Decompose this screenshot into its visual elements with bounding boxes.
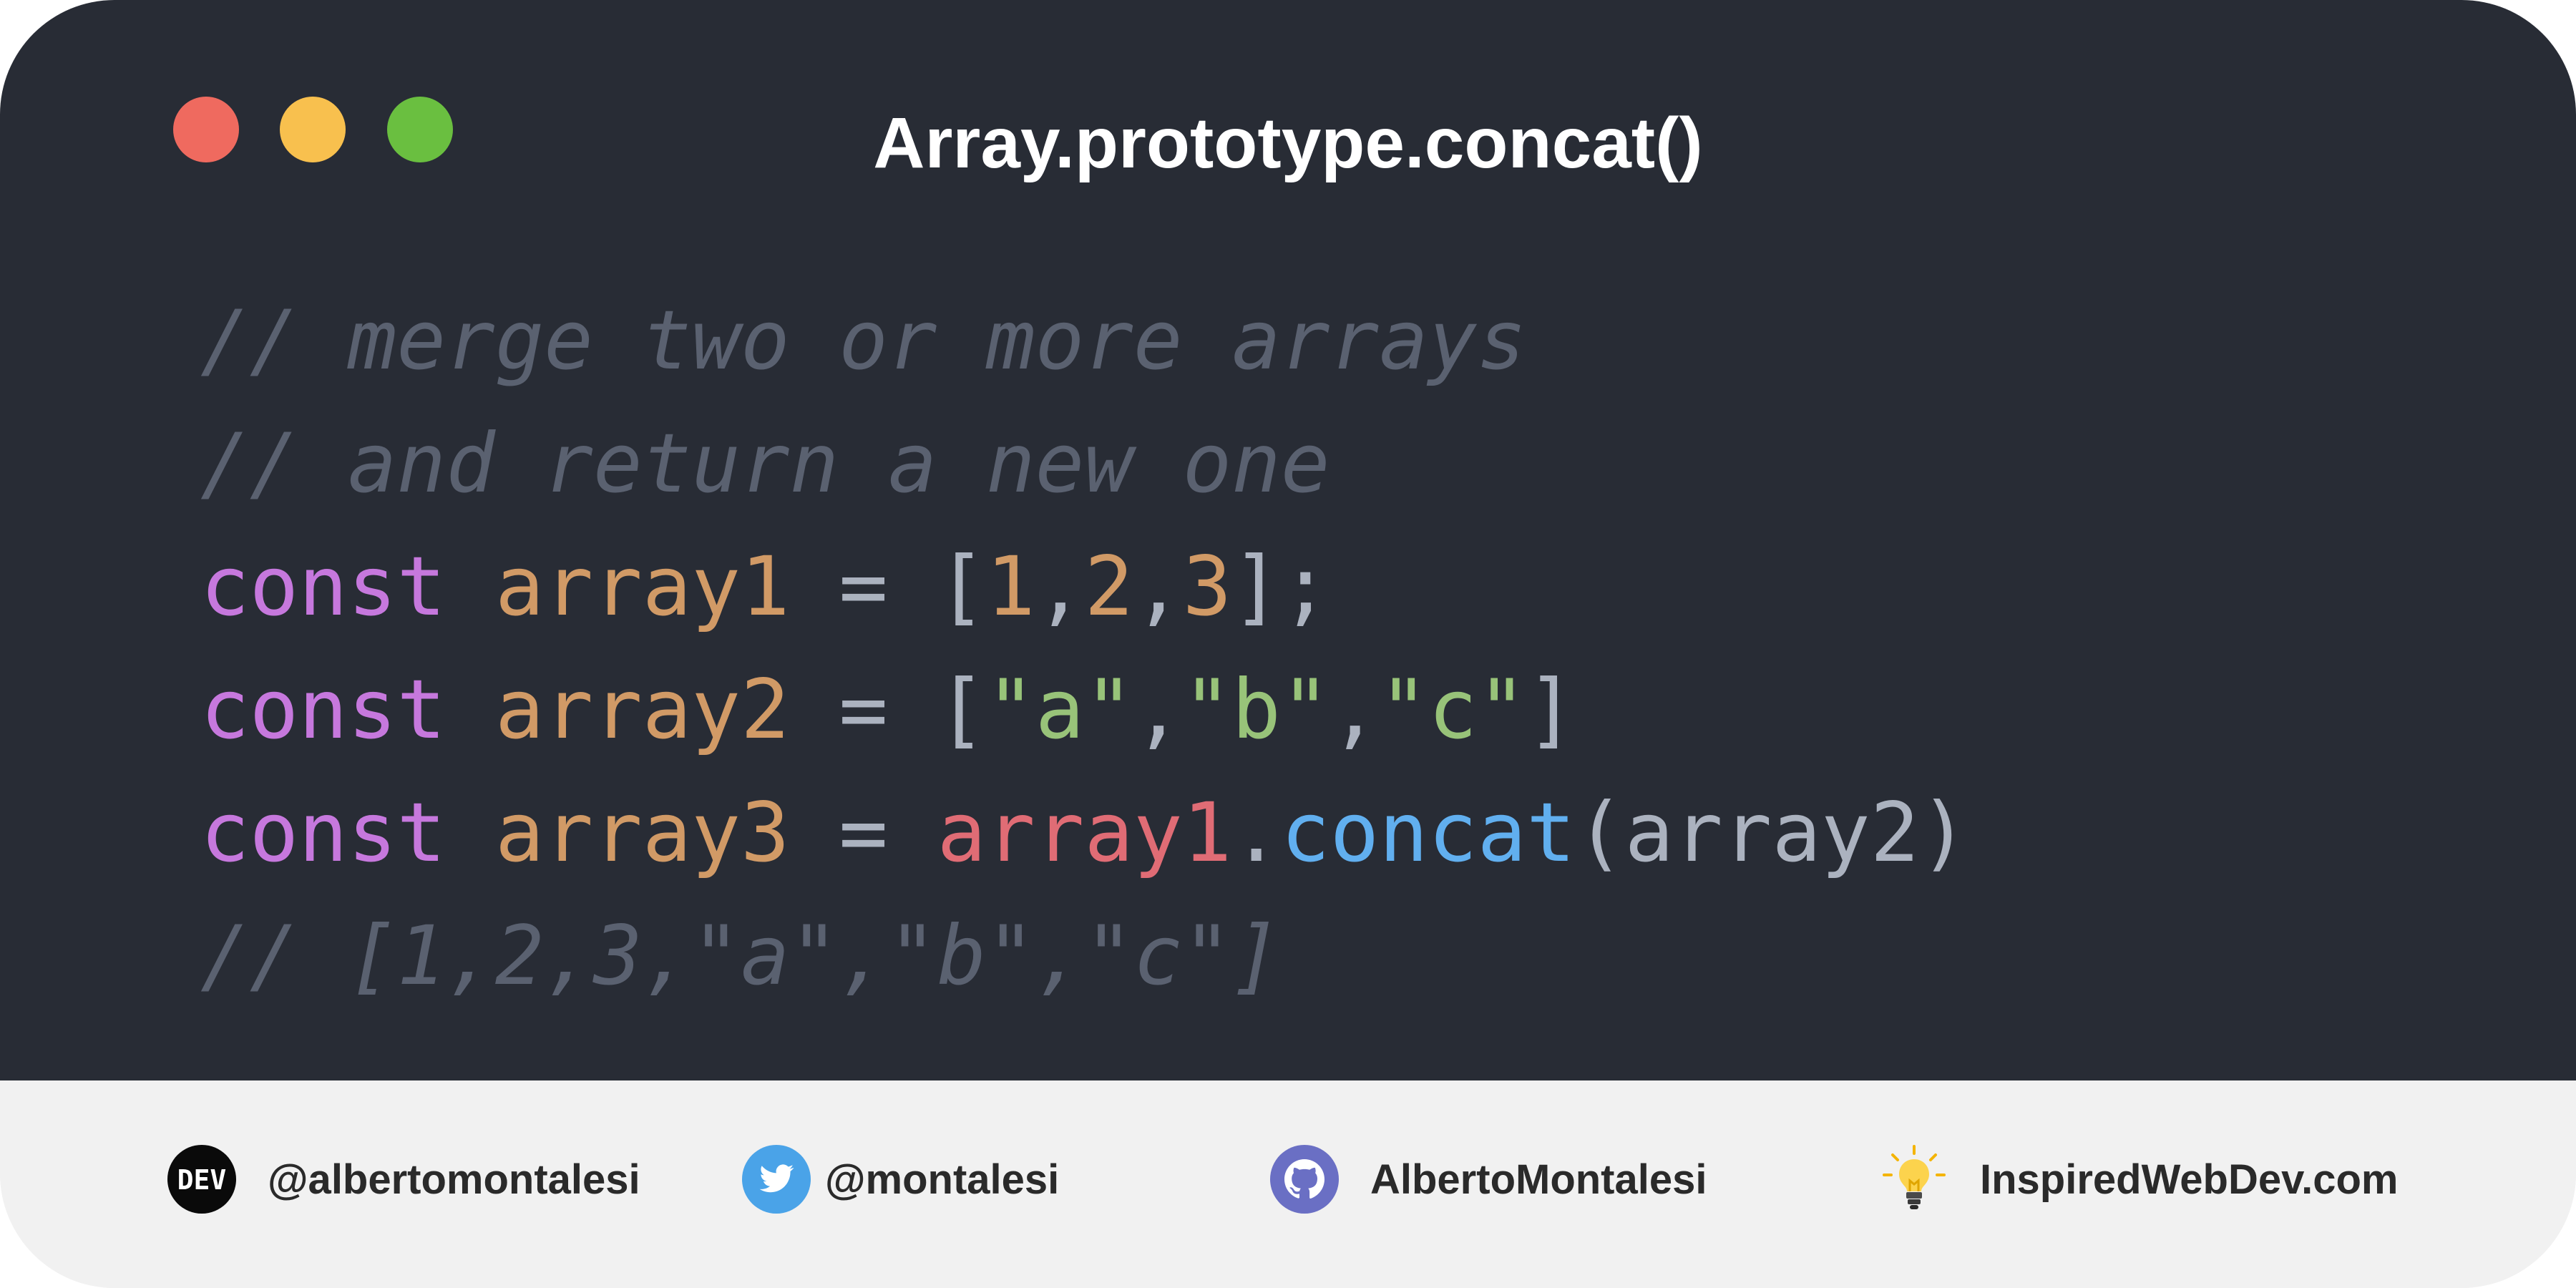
code-window: Array.prototype.concat() // merge two or… — [0, 0, 2576, 1080]
code-token: , — [1035, 539, 1085, 634]
code-token: 3 — [1182, 539, 1232, 634]
code-line: // merge two or more arrays — [200, 279, 1968, 402]
code-token: = [ — [789, 539, 987, 634]
website-social-item[interactable]: InspiredWebDev.com — [1878, 1140, 2398, 1219]
code-token: array2 — [1624, 785, 1920, 880]
code-block: // merge two or more arrays // and return… — [200, 279, 1968, 1018]
code-token: , — [1133, 539, 1183, 634]
code-token: "b" — [1182, 662, 1330, 757]
code-line: const array2 = ["a","b","c"] — [200, 648, 1968, 771]
code-token: , — [1133, 662, 1183, 757]
snippet-card: Array.prototype.concat() // merge two or… — [0, 0, 2576, 1288]
code-token: array2 — [494, 662, 790, 757]
twitter-social-item[interactable]: @montalesi — [741, 1140, 1059, 1219]
code-token: = — [789, 785, 937, 880]
code-token: // [1,2,3,"a","b","c"] — [200, 908, 1281, 1003]
code-token: array1 — [937, 785, 1232, 880]
lightbulb-icon — [1883, 1145, 1946, 1209]
website-handle: InspiredWebDev.com — [1980, 1156, 2399, 1203]
github-social-item[interactable]: AlbertoMontalesi — [1269, 1140, 1707, 1219]
dev-social-item[interactable]: DEV @albertomontalesi — [166, 1140, 640, 1219]
code-token: "c" — [1379, 662, 1527, 757]
code-token: , — [1330, 662, 1380, 757]
code-token: "a" — [986, 662, 1134, 757]
code-token: // merge two or more arrays — [200, 293, 1527, 388]
github-handle: AlbertoMontalesi — [1370, 1156, 1707, 1203]
code-token: = [ — [789, 662, 987, 757]
github-octocat-icon — [1270, 1145, 1339, 1214]
code-token: // and return a new one — [200, 416, 1330, 511]
code-line: // and return a new one — [200, 402, 1968, 525]
code-line: // [1,2,3,"a","b","c"] — [200, 894, 1968, 1018]
code-token: 2 — [1084, 539, 1134, 634]
code-line: const array1 = [1,2,3]; — [200, 525, 1968, 648]
code-token: 1 — [986, 539, 1035, 634]
window-title: Array.prototype.concat() — [873, 103, 1703, 183]
code-token: ) — [1919, 785, 1968, 880]
twitter-handle: @montalesi — [825, 1156, 1060, 1203]
code-token: const — [200, 662, 447, 757]
code-token: concat — [1280, 785, 1576, 880]
dev-handle: @albertomontalesi — [268, 1156, 640, 1203]
code-token: const — [200, 785, 447, 880]
code-token: const — [200, 539, 447, 634]
svg-text:DEV: DEV — [177, 1164, 227, 1196]
footer-bar: DEV @albertomontalesi @montalesi Alberto… — [0, 1080, 2576, 1288]
code-token: ]; — [1231, 539, 1330, 634]
code-token: array1 — [494, 539, 790, 634]
code-token: array3 — [494, 785, 790, 880]
twitter-bird-icon — [742, 1145, 811, 1214]
code-token: ( — [1575, 785, 1625, 880]
dev-logo-icon: DEV — [167, 1145, 236, 1214]
code-line: const array3 = array1.concat(array2) — [200, 771, 1968, 894]
code-token: . — [1231, 785, 1281, 880]
code-token: ] — [1526, 662, 1576, 757]
